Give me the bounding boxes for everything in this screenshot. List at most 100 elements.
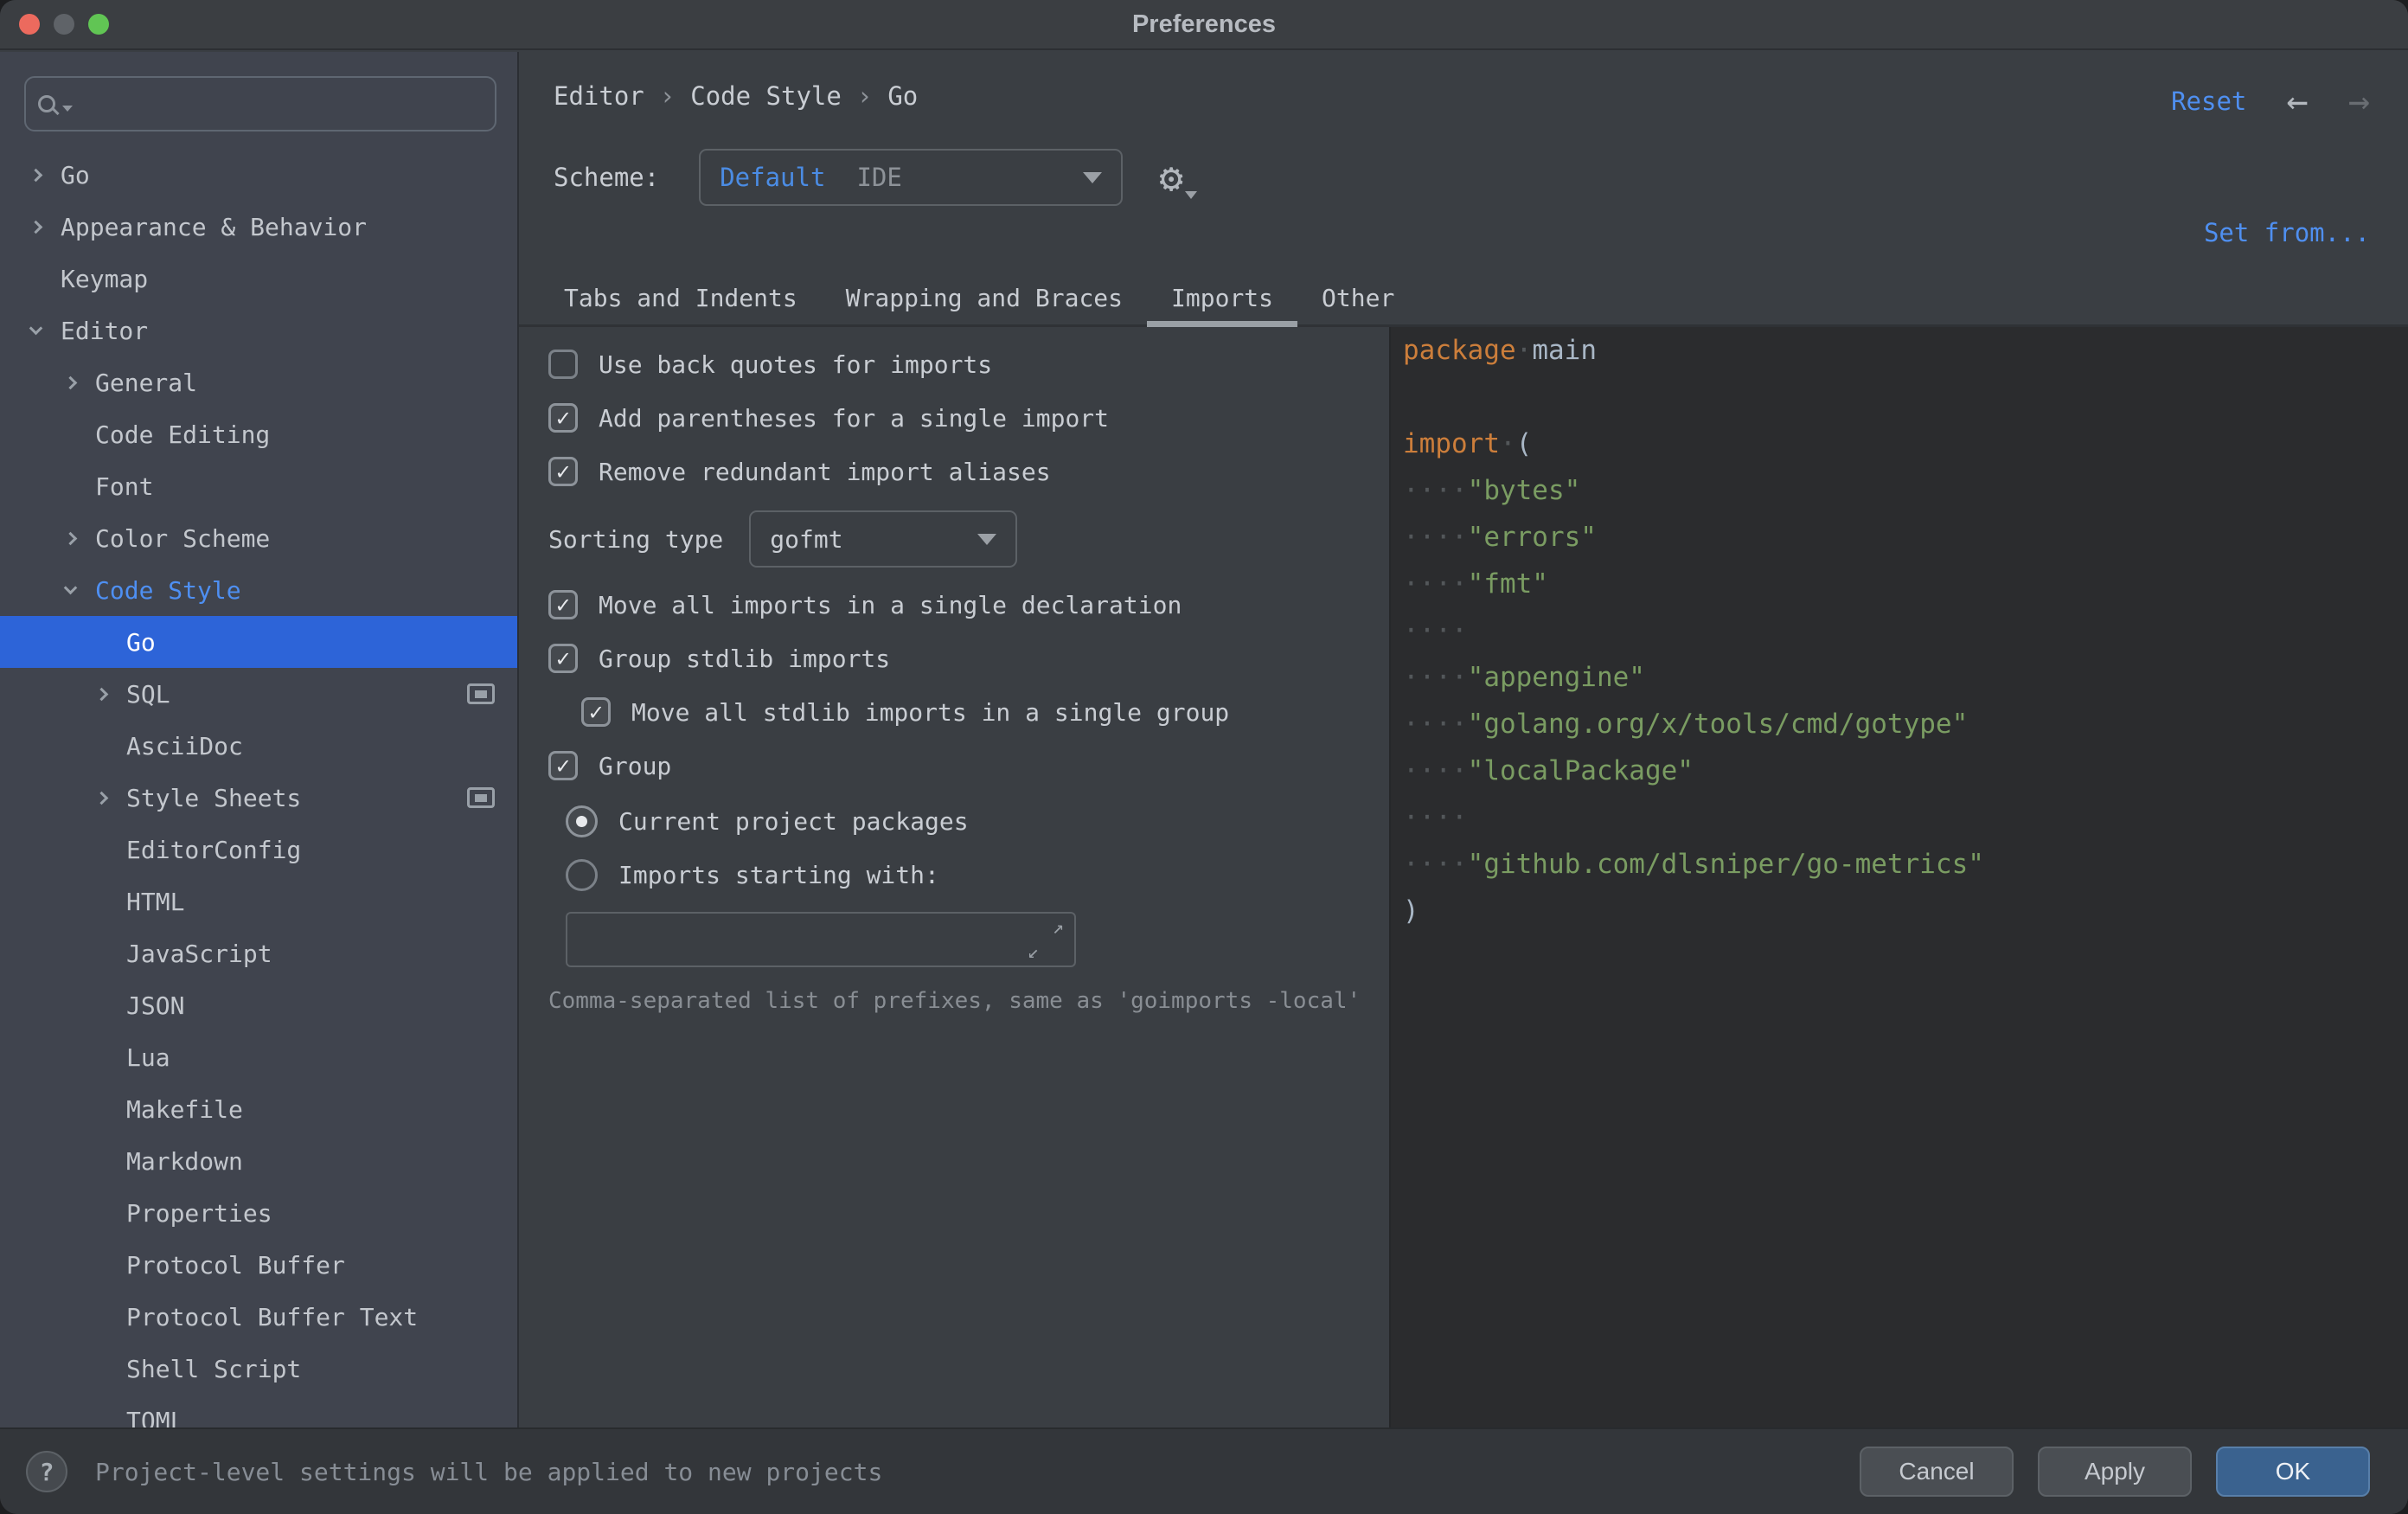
- setting-label: Remove redundant import aliases: [599, 458, 1051, 486]
- sidebar-item-shell-script[interactable]: Shell Script: [0, 1343, 517, 1395]
- minimize-window-icon[interactable]: [54, 14, 74, 35]
- traffic-lights: [19, 0, 109, 48]
- tab-imports[interactable]: Imports: [1147, 271, 1297, 324]
- current-project-packages-radio[interactable]: [566, 805, 598, 837]
- sidebar-item-code-style-go[interactable]: Go: [0, 616, 517, 668]
- sidebar-item-color-scheme[interactable]: Color Scheme: [0, 512, 517, 564]
- chevron-spacer: [97, 891, 126, 912]
- scheme-value: Default: [720, 163, 825, 192]
- back-arrow-icon[interactable]: ←: [2286, 83, 2308, 119]
- help-icon[interactable]: ?: [26, 1451, 67, 1492]
- move-all-stdlib-imports-checkbox[interactable]: ✓: [581, 697, 611, 727]
- chevron-down-icon[interactable]: [29, 322, 43, 336]
- zoom-window-icon[interactable]: [88, 14, 109, 35]
- code-segment: ····: [1403, 802, 1468, 833]
- gear-icon[interactable]: ⚙: [1159, 157, 1183, 197]
- code-segment: ····: [1403, 662, 1468, 693]
- breadcrumb-item-go: Go: [887, 81, 918, 111]
- sidebar-item-code-editing[interactable]: Code Editing: [0, 408, 517, 460]
- search-input[interactable]: [80, 89, 483, 119]
- sidebar-item-javascript[interactable]: JavaScript: [0, 927, 517, 979]
- sidebar-item-style-sheets[interactable]: Style Sheets: [0, 772, 517, 824]
- chevron-right-icon[interactable]: [64, 375, 78, 389]
- sidebar-item-asciidoc[interactable]: AsciiDoc: [0, 720, 517, 772]
- code-segment: import: [1403, 428, 1500, 459]
- sidebar-item-label: AsciiDoc: [126, 732, 243, 760]
- arrow-up-right-icon: ↗: [1053, 919, 1064, 938]
- sidebar-item-markdown[interactable]: Markdown: [0, 1135, 517, 1187]
- sidebar-item-code-style[interactable]: Code Style: [0, 564, 517, 616]
- sidebar-item-label: Makefile: [126, 1095, 243, 1124]
- sidebar-item-json[interactable]: JSON: [0, 979, 517, 1031]
- tab-other[interactable]: Other: [1297, 271, 1419, 324]
- sidebar-item-general[interactable]: General: [0, 356, 517, 408]
- sidebar-item-protocol-buffer[interactable]: Protocol Buffer: [0, 1239, 517, 1291]
- sidebar-item-properties[interactable]: Properties: [0, 1187, 517, 1239]
- code-line: ····"golang.org/x/tools/cmd/gotype": [1403, 701, 2408, 747]
- ok-button[interactable]: OK: [2216, 1447, 2370, 1497]
- sidebar-item-editor[interactable]: Editor: [0, 305, 517, 356]
- sidebar-item-label: General: [95, 369, 197, 397]
- checkmark-icon: ✓: [556, 647, 570, 670]
- code-segment: ·: [1516, 335, 1533, 366]
- sidebar-item-label: Shell Script: [126, 1355, 301, 1383]
- sidebar-item-go-top[interactable]: Go: [0, 149, 517, 201]
- breadcrumb-item-code-style[interactable]: Code Style: [690, 81, 842, 111]
- sidebar-item-label: Go: [61, 161, 90, 189]
- code-segment: ): [1403, 895, 1419, 927]
- chevron-right-icon[interactable]: [95, 687, 109, 701]
- close-window-icon[interactable]: [19, 14, 40, 35]
- sidebar-item-appearance-behavior[interactable]: Appearance & Behavior: [0, 201, 517, 253]
- add-parentheses-checkbox[interactable]: ✓: [548, 403, 578, 433]
- setting-remove-redundant-aliases: ✓ Remove redundant import aliases: [548, 457, 1389, 486]
- sidebar-item-editorconfig[interactable]: EditorConfig: [0, 824, 517, 876]
- reset-link[interactable]: Reset: [2171, 87, 2246, 116]
- remove-redundant-aliases-checkbox[interactable]: ✓: [548, 457, 578, 486]
- setting-imports-starting-with: Imports starting with:: [548, 858, 1389, 891]
- search-options-caret-icon[interactable]: [62, 106, 73, 112]
- code-style-tabs: Tabs and IndentsWrapping and BracesImpor…: [519, 271, 2408, 327]
- sidebar-item-label: Code Style: [95, 576, 241, 605]
- chevron-down-icon[interactable]: [64, 581, 78, 595]
- breadcrumb-separator-icon: ›: [660, 81, 675, 111]
- sidebar-item-makefile[interactable]: Makefile: [0, 1083, 517, 1135]
- scheme-dropdown[interactable]: Default IDE: [699, 149, 1123, 206]
- sidebar-item-keymap[interactable]: Keymap: [0, 253, 517, 305]
- chevron-right-icon[interactable]: [64, 531, 78, 545]
- code-line: ····"appengine": [1403, 654, 2408, 701]
- sidebar-item-toml[interactable]: TOML: [0, 1395, 517, 1427]
- sidebar-item-label: HTML: [126, 888, 184, 916]
- sidebar-item-lua[interactable]: Lua: [0, 1031, 517, 1083]
- checkmark-icon: ✓: [556, 754, 570, 778]
- cancel-button[interactable]: Cancel: [1860, 1447, 2014, 1497]
- scheme-actions-button[interactable]: ⚙: [1159, 149, 1183, 206]
- chevron-spacer: [97, 1203, 126, 1223]
- import-prefixes-input[interactable]: [567, 914, 1074, 965]
- tab-tabs-and-indents[interactable]: Tabs and Indents: [540, 271, 822, 324]
- chevron-spacer: [97, 1099, 126, 1119]
- search-icon[interactable]: [38, 95, 55, 112]
- sidebar-item-protocol-buffer-text[interactable]: Protocol Buffer Text: [0, 1291, 517, 1343]
- group-stdlib-imports-checkbox[interactable]: ✓: [548, 644, 578, 673]
- settings-search-field[interactable]: [24, 76, 496, 132]
- code-line: ····"fmt": [1403, 561, 2408, 607]
- chevron-right-icon[interactable]: [29, 220, 43, 234]
- apply-button[interactable]: Apply: [2038, 1447, 2192, 1497]
- chevron-down-icon: [977, 534, 996, 545]
- chevron-right-icon[interactable]: [95, 791, 109, 805]
- sidebar-item-html[interactable]: HTML: [0, 876, 517, 927]
- breadcrumb-item-editor[interactable]: Editor: [554, 81, 644, 111]
- imports-starting-with-radio[interactable]: [566, 859, 598, 891]
- tab-wrapping-and-braces[interactable]: Wrapping and Braces: [822, 271, 1147, 324]
- sidebar-item-font[interactable]: Font: [0, 460, 517, 512]
- sidebar-item-sql[interactable]: SQL: [0, 668, 517, 720]
- group-checkbox[interactable]: ✓: [548, 751, 578, 780]
- use-back-quotes-checkbox[interactable]: [548, 350, 578, 379]
- move-all-imports-checkbox[interactable]: ✓: [548, 590, 578, 619]
- expand-field-icon[interactable]: ↗↙: [1026, 919, 1066, 962]
- chevron-right-icon[interactable]: [29, 168, 43, 182]
- forward-arrow-icon[interactable]: →: [2348, 83, 2370, 119]
- chevron-spacer: [97, 1254, 126, 1275]
- sorting-type-dropdown[interactable]: gofmt: [749, 510, 1017, 568]
- set-from-link[interactable]: Set from...: [2204, 218, 2370, 247]
